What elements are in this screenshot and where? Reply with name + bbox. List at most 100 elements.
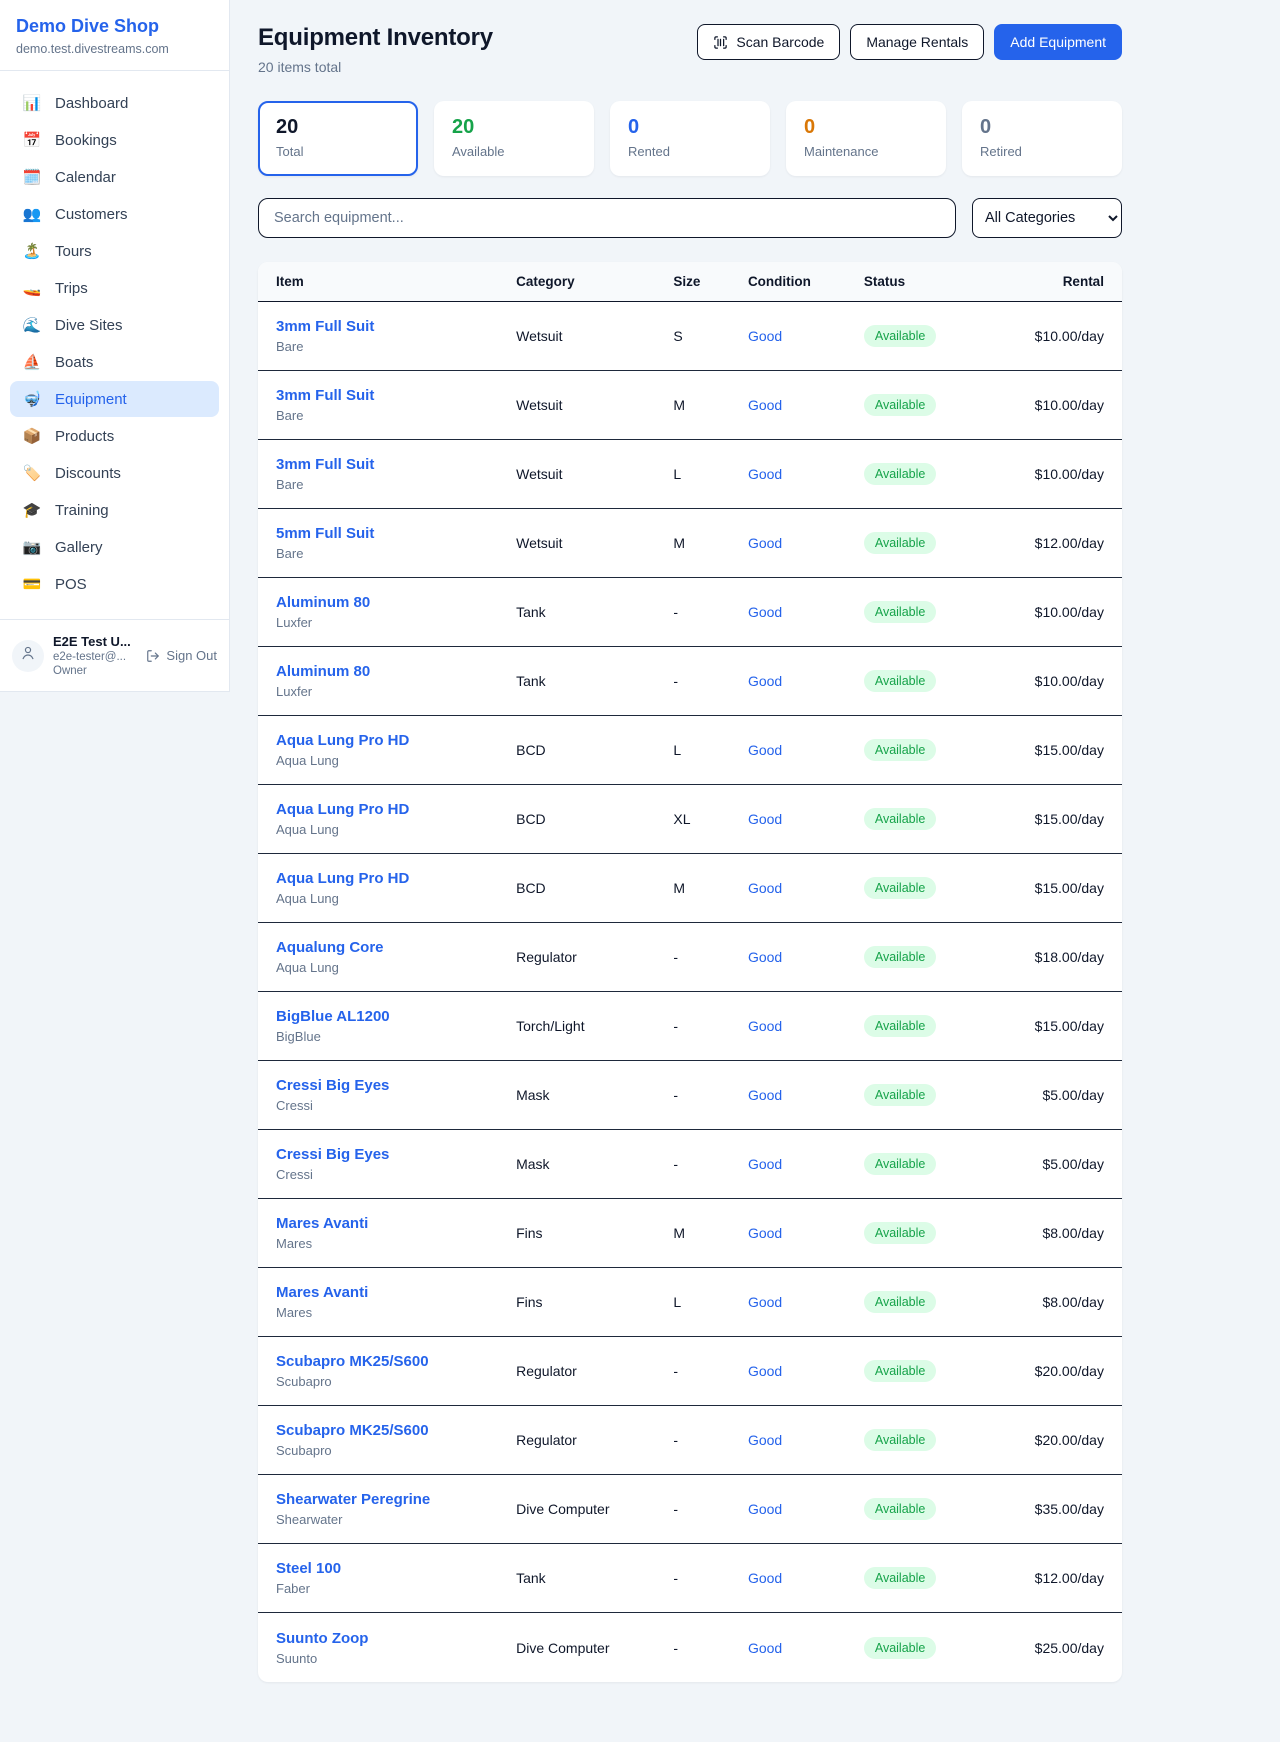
item-brand: Scubapro xyxy=(276,1443,516,1458)
item-name-link[interactable]: BigBlue AL1200 xyxy=(276,1008,516,1025)
item-name-link[interactable]: Mares Avanti xyxy=(276,1284,516,1301)
sidebar-item-tours[interactable]: 🏝️ Tours xyxy=(10,233,219,269)
condition-link[interactable]: Good xyxy=(748,1018,864,1034)
item-brand: Luxfer xyxy=(276,615,516,630)
nav-label: Bookings xyxy=(55,132,117,149)
size-cell: - xyxy=(673,1018,748,1034)
sidebar-item-customers[interactable]: 👥 Customers xyxy=(10,196,219,232)
item-brand: Mares xyxy=(276,1305,516,1320)
rental-cell: $10.00/day xyxy=(1013,466,1104,482)
item-name-link[interactable]: Steel 100 xyxy=(276,1560,516,1577)
tours-icon: 🏝️ xyxy=(22,242,42,260)
item-name-link[interactable]: Shearwater Peregrine xyxy=(276,1491,516,1508)
sidebar-item-calendar[interactable]: 🗓️ Calendar xyxy=(10,159,219,195)
condition-link[interactable]: Good xyxy=(748,328,864,344)
item-brand: Bare xyxy=(276,339,516,354)
category-cell: Tank xyxy=(516,604,673,620)
item-name-link[interactable]: Aqua Lung Pro HD xyxy=(276,732,516,749)
manage-rentals-button[interactable]: Manage Rentals xyxy=(850,24,984,60)
user-meta: E2E Test U... e2e-tester@... Owner xyxy=(53,634,137,677)
item-cell: Steel 100 Faber xyxy=(276,1560,516,1596)
size-cell: - xyxy=(673,1363,748,1379)
stat-card[interactable]: 0 Maintenance xyxy=(786,101,946,176)
condition-link[interactable]: Good xyxy=(748,1294,864,1310)
condition-link[interactable]: Good xyxy=(748,535,864,551)
table-row: BigBlue AL1200 BigBlue Torch/Light - Goo… xyxy=(258,992,1122,1061)
table-row: Aqualung Core Aqua Lung Regulator - Good… xyxy=(258,923,1122,992)
stat-label: Total xyxy=(276,144,400,159)
condition-link[interactable]: Good xyxy=(748,397,864,413)
item-name-link[interactable]: Aluminum 80 xyxy=(276,594,516,611)
item-brand: Cressi xyxy=(276,1167,516,1182)
item-name-link[interactable]: 3mm Full Suit xyxy=(276,318,516,335)
condition-link[interactable]: Good xyxy=(748,466,864,482)
item-name-link[interactable]: Scubapro MK25/S600 xyxy=(276,1353,516,1370)
sidebar-item-dive-sites[interactable]: 🌊 Dive Sites xyxy=(10,307,219,343)
item-cell: Aqualung Core Aqua Lung xyxy=(276,939,516,975)
condition-link[interactable]: Good xyxy=(748,1225,864,1241)
condition-link[interactable]: Good xyxy=(748,604,864,620)
sidebar-item-products[interactable]: 📦 Products xyxy=(10,418,219,454)
item-brand: Aqua Lung xyxy=(276,753,516,768)
item-cell: Shearwater Peregrine Shearwater xyxy=(276,1491,516,1527)
sidebar-item-boats[interactable]: ⛵ Boats xyxy=(10,344,219,380)
condition-link[interactable]: Good xyxy=(748,1501,864,1517)
products-icon: 📦 xyxy=(22,427,42,445)
item-name-link[interactable]: 3mm Full Suit xyxy=(276,456,516,473)
add-equipment-button[interactable]: Add Equipment xyxy=(994,24,1122,60)
sidebar-item-training[interactable]: 🎓 Training xyxy=(10,492,219,528)
condition-link[interactable]: Good xyxy=(748,811,864,827)
sidebar-item-trips[interactable]: 🚤 Trips xyxy=(10,270,219,306)
stat-card[interactable]: 0 Rented xyxy=(610,101,770,176)
sidebar-item-dashboard[interactable]: 📊 Dashboard xyxy=(10,85,219,121)
stat-card[interactable]: 0 Retired xyxy=(962,101,1122,176)
table-row: 3mm Full Suit Bare Wetsuit M Good Availa… xyxy=(258,371,1122,440)
rental-cell: $35.00/day xyxy=(1013,1501,1104,1517)
nav-label: Training xyxy=(55,502,109,519)
item-name-link[interactable]: Suunto Zoop xyxy=(276,1630,516,1647)
condition-link[interactable]: Good xyxy=(748,1570,864,1586)
scan-barcode-button[interactable]: Scan Barcode xyxy=(697,24,840,60)
item-name-link[interactable]: 5mm Full Suit xyxy=(276,525,516,542)
item-brand: Bare xyxy=(276,408,516,423)
sidebar-item-equipment[interactable]: 🤿 Equipment xyxy=(10,381,219,417)
item-name-link[interactable]: Scubapro MK25/S600 xyxy=(276,1422,516,1439)
sidebar-item-pos[interactable]: 💳 POS xyxy=(10,566,219,602)
condition-link[interactable]: Good xyxy=(748,1640,864,1656)
rental-cell: $10.00/day xyxy=(1013,673,1104,689)
item-brand: Aqua Lung xyxy=(276,960,516,975)
condition-link[interactable]: Good xyxy=(748,1363,864,1379)
item-name-link[interactable]: 3mm Full Suit xyxy=(276,387,516,404)
brand-domain: demo.test.divestreams.com xyxy=(16,42,213,56)
condition-link[interactable]: Good xyxy=(748,673,864,689)
item-name-link[interactable]: Cressi Big Eyes xyxy=(276,1146,516,1163)
condition-link[interactable]: Good xyxy=(748,1432,864,1448)
category-select[interactable]: All Categories xyxy=(972,198,1122,238)
sidebar-item-gallery[interactable]: 📷 Gallery xyxy=(10,529,219,565)
search-input[interactable] xyxy=(258,198,956,238)
item-name-link[interactable]: Mares Avanti xyxy=(276,1215,516,1232)
size-cell: - xyxy=(673,673,748,689)
status-cell: Available xyxy=(864,1360,1013,1382)
status-badge: Available xyxy=(864,1291,937,1313)
stat-card[interactable]: 20 Total xyxy=(258,101,418,176)
rental-cell: $15.00/day xyxy=(1013,811,1104,827)
status-cell: Available xyxy=(864,739,1013,761)
condition-link[interactable]: Good xyxy=(748,742,864,758)
sidebar-item-discounts[interactable]: 🏷️ Discounts xyxy=(10,455,219,491)
status-cell: Available xyxy=(864,1498,1013,1520)
condition-link[interactable]: Good xyxy=(748,1087,864,1103)
item-name-link[interactable]: Aqua Lung Pro HD xyxy=(276,870,516,887)
rental-cell: $15.00/day xyxy=(1013,880,1104,896)
item-name-link[interactable]: Aluminum 80 xyxy=(276,663,516,680)
sign-out-button[interactable]: Sign Out xyxy=(146,648,217,663)
item-name-link[interactable]: Aqua Lung Pro HD xyxy=(276,801,516,818)
condition-link[interactable]: Good xyxy=(748,1156,864,1172)
sidebar-item-bookings[interactable]: 📅 Bookings xyxy=(10,122,219,158)
condition-link[interactable]: Good xyxy=(748,880,864,896)
trips-icon: 🚤 xyxy=(22,279,42,297)
item-name-link[interactable]: Cressi Big Eyes xyxy=(276,1077,516,1094)
condition-link[interactable]: Good xyxy=(748,949,864,965)
item-name-link[interactable]: Aqualung Core xyxy=(276,939,516,956)
stat-card[interactable]: 20 Available xyxy=(434,101,594,176)
